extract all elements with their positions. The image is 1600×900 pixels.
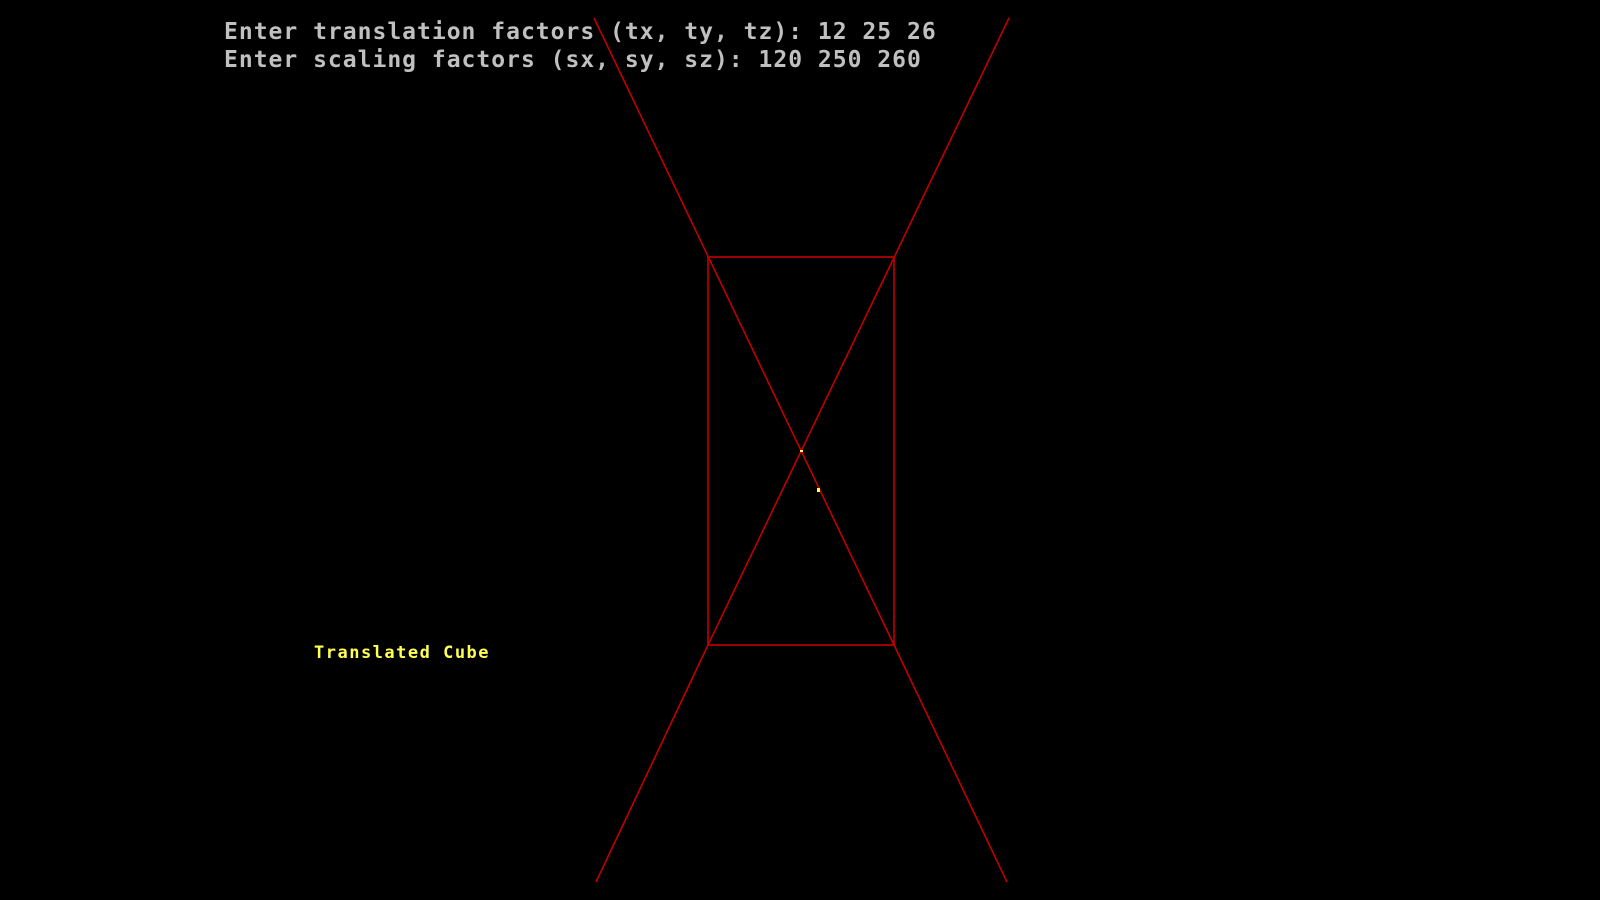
translation-prompt: Enter translation factors (tx, ty, tz): [224, 19, 818, 45]
cube-drawing [593, 17, 1010, 883]
cube-edge-bottom-right [893, 644, 1008, 883]
pixel-marker [817, 488, 820, 492]
cube-edge-top-right [707, 17, 1010, 646]
cube-edge-top-left [593, 17, 895, 646]
translated-cube-label: Translated Cube [314, 643, 491, 663]
scaling-prompt-line: Enter scaling factors (sx, sy, sz): 120 … [224, 46, 922, 74]
cube-edge-bottom-left [595, 644, 709, 883]
scaling-prompt: Enter scaling factors (sx, sy, sz): [224, 47, 759, 73]
scaling-input: 120 250 260 [758, 47, 922, 73]
translation-input: 12 25 26 [817, 19, 937, 45]
center-marker [800, 450, 803, 452]
graphics-window: Enter translation factors (tx, ty, tz): … [0, 0, 1600, 900]
translation-prompt-line: Enter translation factors (tx, ty, tz): … [224, 18, 937, 46]
